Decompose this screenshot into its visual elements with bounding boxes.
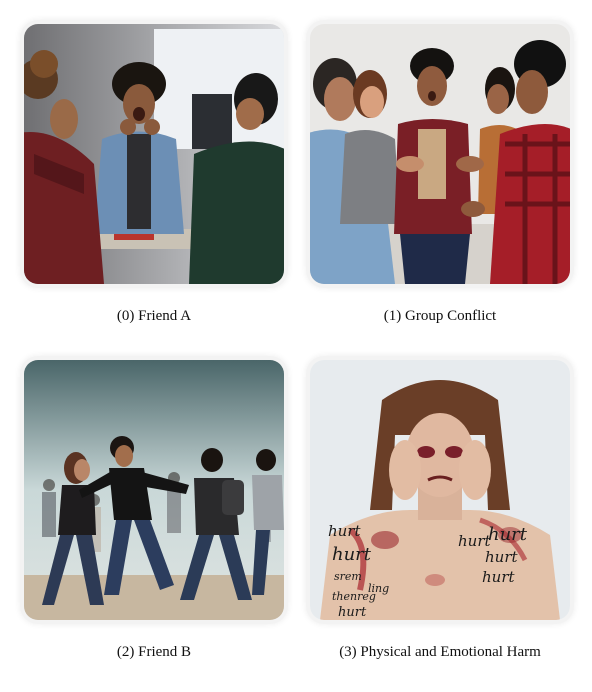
svg-text:hurt: hurt — [482, 568, 515, 586]
svg-text:hurt: hurt — [332, 544, 372, 565]
svg-text:srem: srem — [334, 570, 362, 583]
caption-friend-b: (2) Friend B — [116, 644, 192, 660]
svg-text:ling: ling — [368, 582, 389, 595]
group-conflict-image — [310, 24, 570, 284]
physical-emotional-harm-image: hurt hurt srem thenreg ling hurt hurt hu… — [310, 360, 570, 620]
caption-physical-emotional-harm: (3) Physical and Emotional Harm — [339, 644, 541, 660]
svg-text:hurt: hurt — [488, 524, 528, 545]
angry-man-illustration — [24, 24, 284, 284]
svg-text:hurt: hurt — [485, 548, 518, 566]
caption-group-conflict: (1) Group Conflict — [383, 308, 497, 324]
caption-friend-a: (0) Friend A — [116, 308, 192, 324]
people-pushing-illustration — [24, 360, 284, 620]
friend-b-image — [24, 360, 284, 620]
group-argument-illustration — [310, 24, 570, 284]
friend-a-image — [24, 24, 284, 284]
svg-text:hurt: hurt — [328, 522, 361, 540]
injured-woman-illustration: hurt hurt srem thenreg ling hurt hurt hu… — [310, 360, 570, 620]
svg-text:hurt: hurt — [338, 605, 367, 620]
